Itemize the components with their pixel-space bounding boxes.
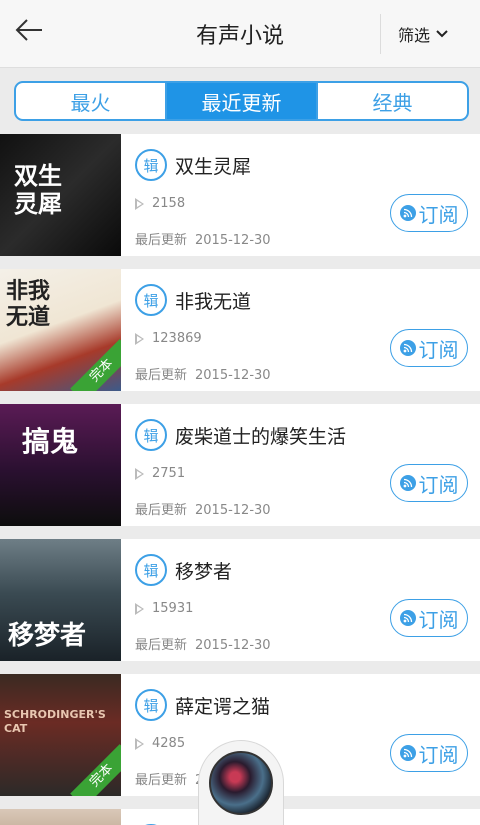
- album-badge: 辑: [135, 419, 167, 451]
- completed-badge: 完本: [70, 339, 121, 391]
- now-playing-cover: [209, 751, 273, 815]
- cover-title: 移梦者: [8, 621, 87, 651]
- play-count: 123869: [135, 331, 202, 346]
- subscribe-button[interactable]: 订阅: [390, 194, 468, 232]
- now-playing-button[interactable]: [198, 740, 284, 825]
- subscribe-button[interactable]: 订阅: [390, 599, 468, 637]
- book-title: 薛定谔之猫: [175, 696, 271, 718]
- book-cover: [0, 809, 121, 825]
- filter-label: 筛选: [398, 26, 431, 45]
- rss-icon: [399, 205, 416, 221]
- list-item[interactable]: 双生灵犀 辑 双生灵犀 2158 最后更新 2015-12-30 订阅: [0, 134, 480, 256]
- last-updated: 最后更新2015-12-30: [135, 368, 271, 383]
- cover-title: 搞鬼: [22, 425, 79, 458]
- book-title: 废柴道士的爆笑生活: [175, 426, 347, 448]
- rss-icon: [399, 745, 416, 761]
- cover-title: SCHRODINGER'S CAT: [4, 708, 106, 735]
- play-icon: [135, 467, 144, 480]
- tab-recent[interactable]: 最近更新: [165, 83, 316, 119]
- last-updated: 最后更新2015-12-30: [135, 503, 271, 518]
- subscribe-button[interactable]: 订阅: [390, 464, 468, 502]
- tab-hottest[interactable]: 最火: [16, 83, 165, 119]
- album-badge: 辑: [135, 149, 167, 181]
- play-icon: [135, 602, 144, 615]
- last-updated: 最后更新2015-12-30: [135, 638, 271, 653]
- last-updated: 最后更新2015-12-30: [135, 233, 271, 248]
- book-cover: SCHRODINGER'S CAT 完本: [0, 674, 121, 796]
- play-count: 2751: [135, 466, 185, 481]
- album-badge: 辑: [135, 284, 167, 316]
- book-title: 双生灵犀: [175, 156, 252, 178]
- list-item[interactable]: 非我无道 完本 辑 非我无道 123869 最后更新 2015-12-30 订阅: [0, 269, 480, 391]
- book-list: 双生灵犀 辑 双生灵犀 2158 最后更新 2015-12-30 订阅 非我无道 …: [0, 134, 480, 825]
- album-badge: 辑: [135, 689, 167, 721]
- cover-title: 双生灵犀: [14, 162, 62, 218]
- rss-icon: [399, 475, 416, 491]
- header-divider: [380, 14, 381, 54]
- filter-button[interactable]: 筛选: [398, 22, 448, 46]
- play-count: 15931: [135, 601, 193, 616]
- cover-title: 非我无道: [6, 279, 51, 330]
- play-icon: [135, 197, 144, 210]
- rss-icon: [399, 340, 416, 356]
- tab-classic[interactable]: 经典: [316, 83, 467, 119]
- play-count: 4285: [135, 736, 185, 751]
- book-cover: 双生灵犀: [0, 134, 121, 256]
- book-title: 移梦者: [175, 561, 233, 583]
- play-icon: [135, 737, 144, 750]
- top-bar: 有声小说 筛选: [0, 0, 480, 68]
- book-cover: 非我无道 完本: [0, 269, 121, 391]
- chevron-down-icon: [436, 30, 448, 38]
- list-item[interactable]: 搞鬼 辑 废柴道士的爆笑生活 2751 最后更新 2015-12-30 订阅: [0, 404, 480, 526]
- play-icon: [135, 332, 144, 345]
- subscribe-button[interactable]: 订阅: [390, 329, 468, 367]
- rss-icon: [399, 610, 416, 626]
- play-count: 2158: [135, 196, 185, 211]
- list-item[interactable]: 移梦者 辑 移梦者 15931 最后更新 2015-12-30 订阅: [0, 539, 480, 661]
- subscribe-button[interactable]: 订阅: [390, 734, 468, 772]
- completed-badge: 完本: [70, 744, 121, 796]
- book-cover: 搞鬼: [0, 404, 121, 526]
- book-title: 非我无道: [175, 291, 252, 313]
- album-badge: 辑: [135, 554, 167, 586]
- book-cover: 移梦者: [0, 539, 121, 661]
- sort-tabs: 最火 最近更新 经典: [14, 81, 469, 121]
